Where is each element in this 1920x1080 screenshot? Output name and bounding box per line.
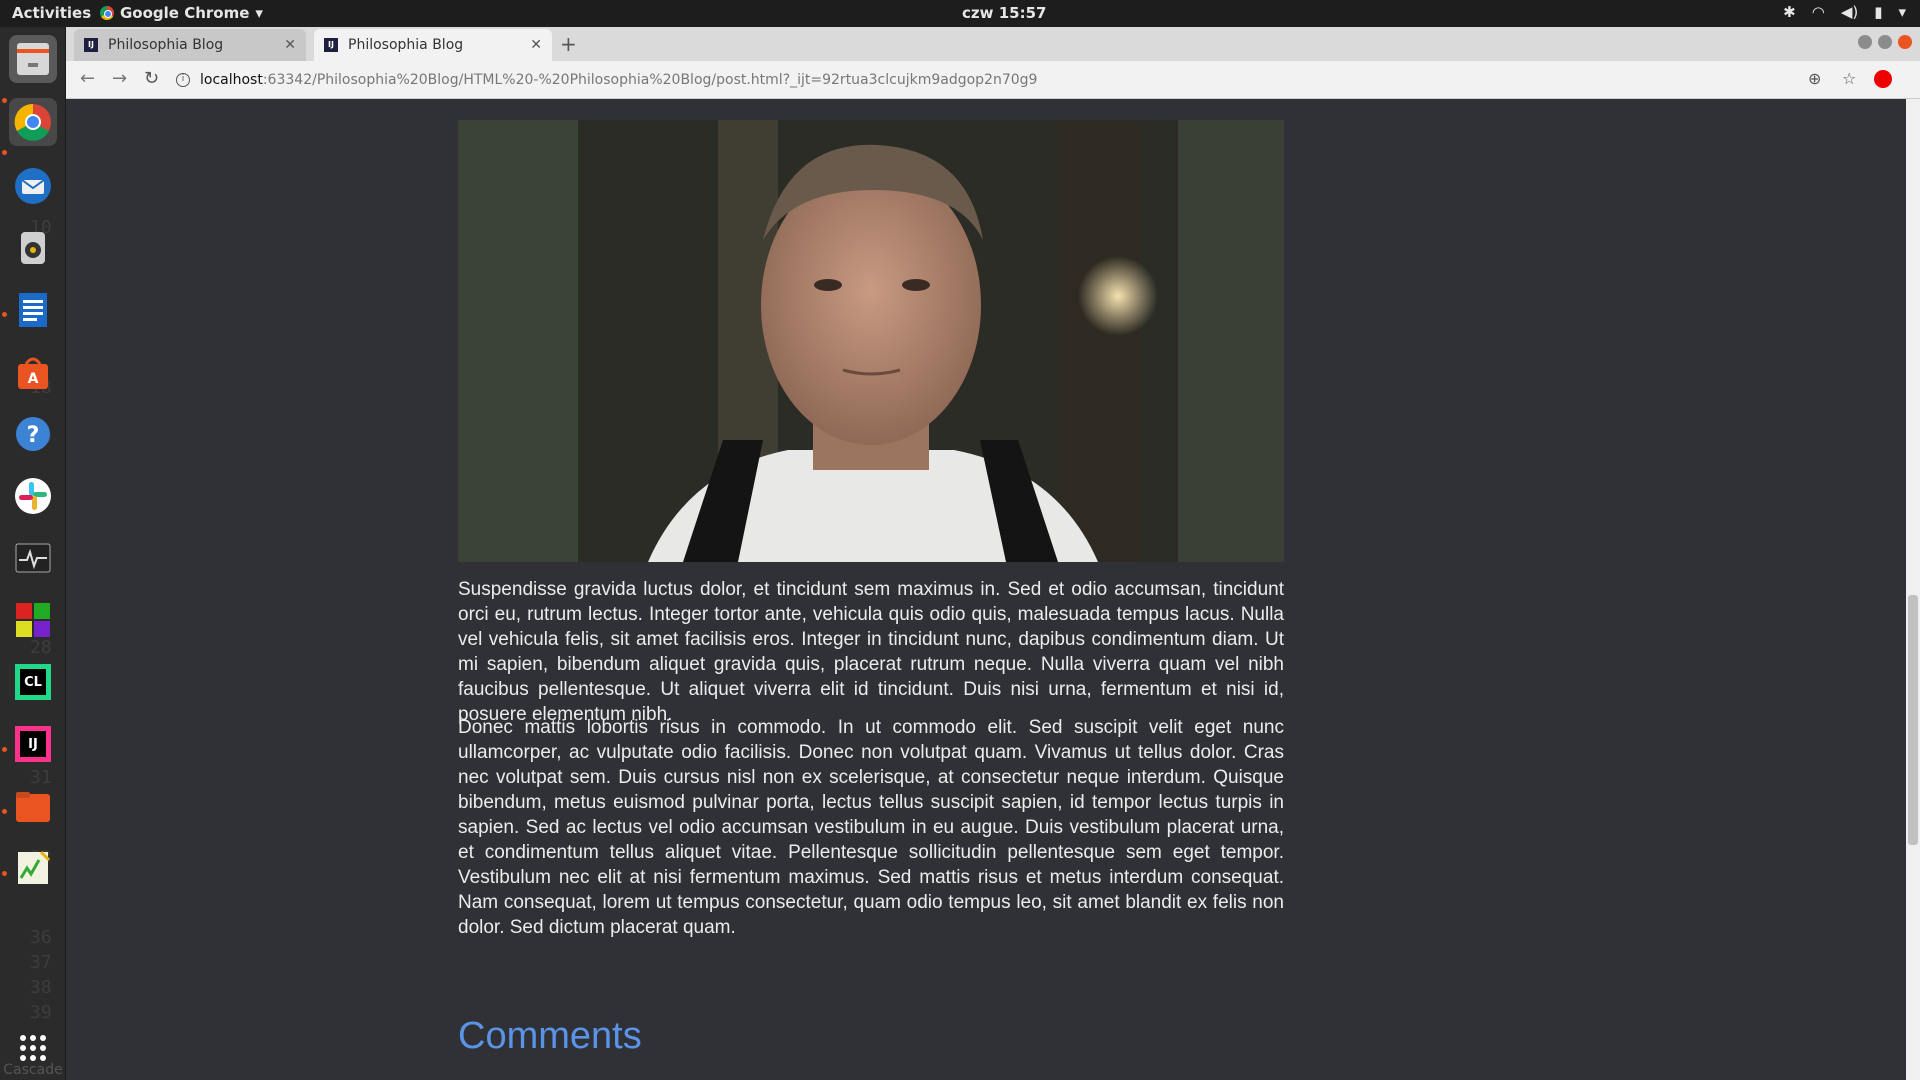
- line-number: 39: [30, 1002, 52, 1023]
- post-paragraph: Suspendisse gravida luctus dolor, et tin…: [458, 579, 1284, 725]
- portrait-photo: [458, 120, 1284, 562]
- dock-intellij-icon[interactable]: IJ: [9, 720, 57, 768]
- app-menu-label: Google Chrome: [120, 4, 250, 22]
- dock-rhythmbox-icon[interactable]: [9, 224, 57, 272]
- adblock-extension-icon[interactable]: [1874, 70, 1892, 88]
- cascade-label: Cascade: [3, 1062, 63, 1078]
- post-paragraph: Donec mattis lobortis risus in commodo. …: [458, 717, 1284, 938]
- wifi-icon[interactable]: ◠: [1812, 3, 1825, 21]
- caret-down-icon[interactable]: ▾: [1898, 3, 1906, 21]
- system-tray[interactable]: ✱ ◠ ◀) ▮ ▾: [1783, 3, 1906, 21]
- bookmark-star-icon[interactable]: ☆: [1842, 69, 1856, 88]
- slack-icon: [15, 478, 51, 514]
- running-indicator: [2, 150, 7, 155]
- workspace-grid-icon: [16, 603, 50, 637]
- dock-thunderbird-icon[interactable]: [9, 162, 57, 210]
- line-number: 38: [30, 977, 52, 998]
- app-menu[interactable]: Google Chrome ▾: [100, 4, 263, 22]
- system-top-bar: Activities Google Chrome ▾ czw 15:57 ✱ ◠…: [0, 0, 1920, 27]
- browser-toolbar: ← → ↻ i localhost:63342/Philosophia%20Bl…: [66, 61, 1920, 99]
- url-host: localhost: [200, 72, 263, 88]
- forward-icon[interactable]: →: [112, 68, 127, 89]
- clion-icon: CL: [15, 664, 51, 700]
- dock-help-icon[interactable]: ?: [9, 410, 57, 458]
- page-scrollbar[interactable]: [1906, 99, 1920, 1080]
- activities-button[interactable]: Activities: [12, 4, 91, 22]
- intellij-favicon-icon: IJ: [84, 38, 98, 52]
- volume-icon[interactable]: ◀): [1841, 3, 1858, 21]
- comments-heading: Comments: [458, 1015, 642, 1057]
- clock[interactable]: czw 15:57: [962, 4, 1046, 22]
- running-indicator: [2, 809, 7, 814]
- cabinet-icon: [17, 43, 49, 75]
- dock-clion-icon[interactable]: CL: [9, 658, 57, 706]
- battery-icon[interactable]: ▮: [1874, 3, 1882, 21]
- maximize-icon[interactable]: [1878, 35, 1892, 49]
- dock: 10 18 20 28 31 33 36 37 38 39 A ? CL IJ: [0, 27, 66, 1080]
- address-bar[interactable]: i localhost:63342/Philosophia%20Blog/HTM…: [176, 65, 1806, 95]
- bluetooth-icon[interactable]: ✱: [1783, 3, 1796, 21]
- dock-system-monitor-icon[interactable]: [9, 534, 57, 582]
- dock-files-cabinet-icon[interactable]: [9, 35, 57, 83]
- dock-slack-icon[interactable]: [9, 472, 57, 520]
- speaker-icon: [21, 232, 45, 264]
- thunderbird-icon: [15, 168, 51, 204]
- close-tab-icon[interactable]: ✕: [530, 37, 542, 53]
- reload-icon[interactable]: ↻: [144, 68, 159, 89]
- caret-down-icon: ▾: [255, 4, 263, 22]
- running-indicator: [2, 871, 7, 876]
- intellij-icon: IJ: [15, 726, 51, 762]
- intellij-favicon-icon: IJ: [324, 38, 338, 52]
- dock-folder-icon[interactable]: [9, 782, 57, 830]
- post-image: [458, 120, 1284, 562]
- shopping-bag-icon: A: [18, 357, 48, 389]
- info-icon[interactable]: i: [176, 73, 190, 87]
- notes-icon: [18, 850, 51, 884]
- document-icon: [19, 293, 47, 327]
- running-indicator: [2, 747, 7, 752]
- close-tab-icon[interactable]: ✕: [284, 37, 296, 53]
- page-viewport: Suspendisse gravida luctus dolor, et tin…: [66, 99, 1920, 1080]
- url-path: :63342/Philosophia%20Blog/HTML%20-%20Phi…: [262, 72, 1038, 88]
- question-icon: ?: [16, 417, 50, 451]
- tab-title: Philosophia Blog: [108, 37, 224, 53]
- dock-writer-icon[interactable]: [9, 286, 57, 334]
- tab-strip: IJ Philosophia Blog ✕ IJ Philosophia Blo…: [66, 27, 1920, 61]
- running-indicator: [2, 98, 7, 103]
- chrome-icon: [100, 6, 114, 20]
- dock-chrome-icon[interactable]: [9, 98, 57, 146]
- chrome-logo-icon: [14, 103, 51, 141]
- dock-workspace-icon[interactable]: [9, 596, 57, 644]
- folder-icon: [16, 792, 50, 822]
- back-icon[interactable]: ←: [80, 68, 95, 89]
- new-tab-icon[interactable]: +: [560, 32, 577, 56]
- svg-text:IJ: IJ: [28, 737, 38, 752]
- svg-text:?: ?: [27, 423, 40, 448]
- tab-title: Philosophia Blog: [348, 37, 464, 53]
- line-number: 37: [30, 952, 52, 973]
- line-number: 36: [30, 927, 52, 948]
- browser-tab[interactable]: IJ Philosophia Blog ✕: [74, 29, 306, 61]
- close-window-icon[interactable]: [1898, 35, 1912, 49]
- minimize-icon[interactable]: [1858, 35, 1872, 49]
- dock-software-center-icon[interactable]: A: [9, 348, 57, 396]
- running-indicator: [2, 312, 7, 317]
- dock-notes-icon[interactable]: [9, 844, 57, 892]
- zoom-icon[interactable]: ⊕: [1808, 69, 1821, 88]
- svg-text:A: A: [28, 371, 39, 387]
- scrollbar-thumb[interactable]: [1908, 595, 1918, 845]
- svg-text:CL: CL: [24, 675, 42, 690]
- activity-monitor-icon: [15, 543, 51, 573]
- browser-window: IJ Philosophia Blog ✕ IJ Philosophia Blo…: [66, 27, 1920, 1080]
- browser-tab-active[interactable]: IJ Philosophia Blog ✕: [314, 29, 552, 61]
